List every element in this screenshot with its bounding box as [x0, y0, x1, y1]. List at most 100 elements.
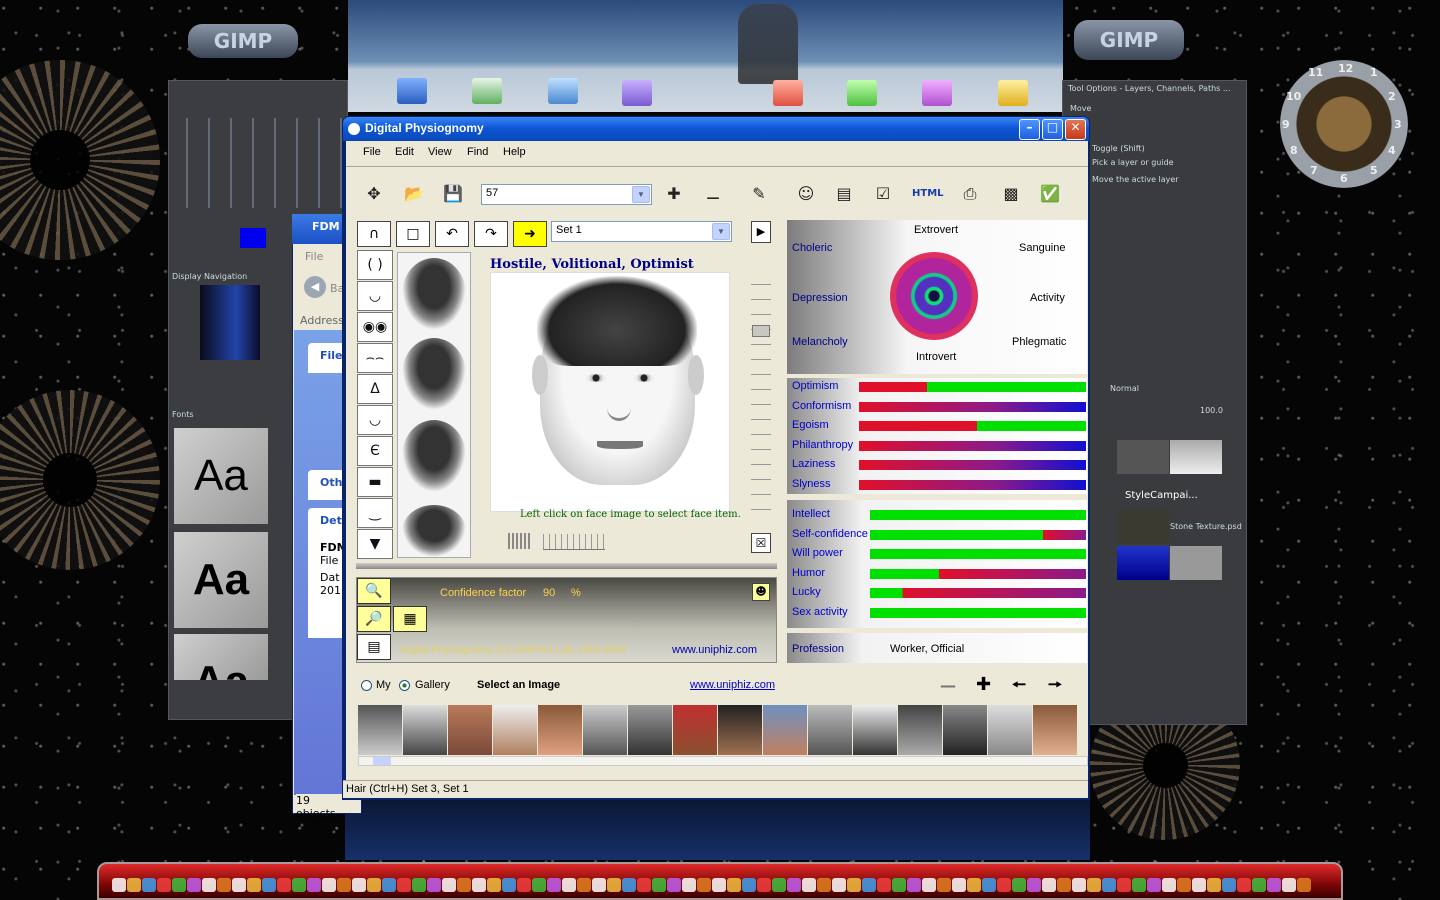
- pick-layer-option[interactable]: Pick a layer or guide: [1092, 158, 1174, 167]
- taskbar-app-icon[interactable]: [607, 878, 621, 892]
- beard-button[interactable]: ▼: [357, 529, 393, 559]
- taskbar-app-icon[interactable]: [1177, 878, 1191, 892]
- taskbar-app-icon[interactable]: [1267, 878, 1281, 892]
- export-icon[interactable]: ▩: [1001, 184, 1021, 204]
- hair-option[interactable]: [402, 420, 466, 492]
- taskbar-app-icon[interactable]: [1087, 878, 1101, 892]
- right-eye[interactable]: [634, 374, 654, 382]
- taskbar-app-icon[interactable]: [427, 878, 441, 892]
- taskbar-app-icon[interactable]: [397, 878, 411, 892]
- taskbar-app-icon[interactable]: [112, 878, 126, 892]
- taskbar-app-icon[interactable]: [322, 878, 336, 892]
- taskbar-app-icon[interactable]: [1147, 878, 1161, 892]
- chevron-down-icon[interactable]: ▼: [632, 186, 650, 203]
- folder-yellow-icon[interactable]: [998, 80, 1028, 106]
- close-button[interactable]: ✕: [1065, 119, 1086, 140]
- layer-name[interactable]: Stone Texture.psd: [1170, 522, 1242, 531]
- taskbar-app-icon[interactable]: [292, 878, 306, 892]
- gallery-thumb[interactable]: [583, 705, 627, 755]
- folder-red-icon[interactable]: [773, 80, 803, 106]
- grid-button[interactable]: ▦: [393, 606, 427, 632]
- face-icon[interactable]: ☺: [796, 184, 816, 204]
- explorer-menu-file[interactable]: File: [305, 250, 323, 263]
- taskbar-app-icon[interactable]: [352, 878, 366, 892]
- gallery-thumb[interactable]: [808, 705, 852, 755]
- taskbar-app-icon[interactable]: [1027, 878, 1041, 892]
- taskbar-app-icon[interactable]: [697, 878, 711, 892]
- taskbar-app-icon[interactable]: [1297, 878, 1311, 892]
- taskbar-app-icon[interactable]: [1012, 878, 1026, 892]
- move-icon[interactable]: ✥: [364, 184, 384, 204]
- taskbar-app-icon[interactable]: [892, 878, 906, 892]
- taskbar-app-icon[interactable]: [517, 878, 531, 892]
- taskbar-app-icon[interactable]: [667, 878, 681, 892]
- layer-thumbnail[interactable]: [1117, 546, 1169, 580]
- taskbar-app-icon[interactable]: [787, 878, 801, 892]
- folder-purple-icon[interactable]: [622, 80, 652, 106]
- play-button[interactable]: ▶: [751, 221, 771, 243]
- taskbar-app-icon[interactable]: [547, 878, 561, 892]
- taskbar-app-icon[interactable]: [652, 878, 666, 892]
- moustache-button[interactable]: ▬: [357, 467, 393, 497]
- hair-option[interactable]: [402, 258, 466, 330]
- gallery-thumb[interactable]: [493, 705, 537, 755]
- taskbar-app-icon[interactable]: [922, 878, 936, 892]
- eyebrows-button[interactable]: ⌢⌢: [357, 343, 393, 373]
- taskbar-app-icon[interactable]: [1162, 878, 1176, 892]
- font-preview[interactable]: Aa: [174, 428, 268, 524]
- taskbar-app-icon[interactable]: [1042, 878, 1056, 892]
- gallery-next-icon[interactable]: 🠖: [1048, 674, 1062, 701]
- my-radio[interactable]: [361, 680, 372, 691]
- taskbar-app-icon[interactable]: [157, 878, 171, 892]
- gimp-tool-grid[interactable]: [172, 118, 342, 208]
- taskbar-app-icon[interactable]: [1057, 878, 1071, 892]
- html-icon[interactable]: HTML: [912, 184, 944, 204]
- taskbar-app-icon[interactable]: [742, 878, 756, 892]
- open-folder-icon[interactable]: 📂: [404, 184, 424, 204]
- taskbar-app-icon[interactable]: [862, 878, 876, 892]
- gallery-link[interactable]: www.uniphiz.com: [690, 679, 775, 691]
- taskbar-app-icon[interactable]: [307, 878, 321, 892]
- document-icon[interactable]: ▤: [834, 184, 854, 204]
- taskbar-app-icon[interactable]: [757, 878, 771, 892]
- gallery-thumb[interactable]: [1033, 705, 1077, 755]
- temperament-wheel[interactable]: [890, 252, 978, 340]
- nose-button[interactable]: Δ: [357, 374, 393, 404]
- remove-icon[interactable]: ⚊: [703, 184, 723, 204]
- taskbar-app-icon[interactable]: [1207, 878, 1221, 892]
- taskbar-app-icon[interactable]: [982, 878, 996, 892]
- taskbar-app-icon[interactable]: [877, 878, 891, 892]
- chevron-down-icon[interactable]: ▼: [712, 223, 730, 240]
- hair-option[interactable]: [402, 338, 466, 410]
- taskbar-app-icon[interactable]: [1102, 878, 1116, 892]
- taskbar-app-icon[interactable]: [997, 878, 1011, 892]
- gallery-thumb[interactable]: [988, 705, 1032, 755]
- font-preview[interactable]: Aa: [174, 634, 268, 680]
- explorer-back-button[interactable]: ◀: [304, 276, 326, 298]
- layer-thumbnail[interactable]: [1170, 440, 1222, 474]
- taskbar-app-icon[interactable]: [487, 878, 501, 892]
- gallery-prev-icon[interactable]: 🠔: [1012, 674, 1026, 701]
- uniphiz-link[interactable]: www.uniphiz.com: [672, 644, 757, 656]
- taskbar-app-icon[interactable]: [1117, 878, 1131, 892]
- taskbar-app-icon[interactable]: [262, 878, 276, 892]
- taskbar-app-icon[interactable]: [442, 878, 456, 892]
- foreground-color-swatch[interactable]: [240, 228, 266, 248]
- menu-view[interactable]: View: [428, 146, 452, 158]
- gallery-thumb[interactable]: [853, 705, 897, 755]
- menu-help[interactable]: Help: [503, 146, 526, 158]
- taskbar-app-icon[interactable]: [817, 878, 831, 892]
- chin-button[interactable]: ◡: [357, 281, 393, 311]
- layer-name[interactable]: StyleCampai...: [1125, 490, 1198, 501]
- print-icon[interactable]: ⎙: [960, 184, 980, 204]
- recycle-bin-icon[interactable]: [472, 78, 502, 104]
- zoom-out-button[interactable]: 🔎: [357, 606, 391, 632]
- eyes-button[interactable]: ◉◉: [357, 312, 393, 342]
- layer-thumbnail[interactable]: [1170, 546, 1222, 580]
- gallery-thumb[interactable]: [403, 705, 447, 755]
- folder-green-icon[interactable]: [847, 80, 877, 106]
- report-button[interactable]: ▤: [357, 634, 391, 660]
- taskbar-app-icon[interactable]: [217, 878, 231, 892]
- left-ear[interactable]: [532, 355, 548, 395]
- gallery-thumb[interactable]: [718, 705, 762, 755]
